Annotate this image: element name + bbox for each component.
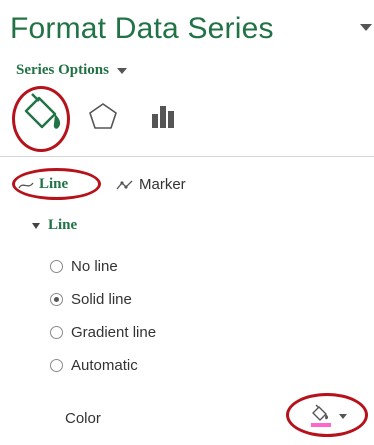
fill-and-line-tab[interactable] — [13, 86, 71, 144]
format-data-series-pane: Format Data Series Series Options Line M… — [0, 0, 374, 445]
paint-bucket-icon — [24, 93, 61, 129]
chevron-down-icon[interactable] — [339, 413, 347, 419]
color-label: Color — [65, 410, 101, 427]
subtab-marker-label: Marker — [139, 176, 186, 193]
radio-automatic[interactable]: Automatic — [50, 357, 138, 374]
chevron-down-icon — [116, 67, 127, 74]
line-section-header[interactable]: Line — [32, 217, 77, 234]
radio-label: Gradient line — [71, 324, 157, 341]
radio-gradient-line[interactable]: Gradient line — [50, 324, 156, 341]
pentagon-icon — [89, 103, 117, 129]
radio-button[interactable] — [50, 293, 63, 306]
subtab-marker[interactable]: Marker — [116, 176, 186, 193]
radio-button[interactable] — [50, 359, 63, 372]
radio-label: Automatic — [71, 357, 138, 374]
pane-title: Format Data Series — [10, 12, 274, 45]
pane-options-caret-icon[interactable] — [360, 24, 372, 31]
line-icon — [18, 182, 34, 188]
radio-button[interactable] — [50, 260, 63, 273]
divider — [0, 156, 374, 157]
collapse-triangle-icon — [32, 222, 40, 229]
paint-bucket-color-icon — [311, 404, 331, 427]
color-swatch — [311, 423, 331, 427]
line-section-title: Line — [48, 217, 78, 233]
radio-label: No line — [71, 258, 118, 275]
subtab-line[interactable]: Line — [18, 176, 68, 193]
subtab-line-label: Line — [39, 176, 69, 192]
radio-label: Solid line — [71, 291, 132, 308]
effects-tab[interactable] — [86, 100, 120, 134]
radio-button[interactable] — [50, 326, 63, 339]
series-options-label: Series Options — [16, 62, 109, 78]
radio-solid-line[interactable]: Solid line — [50, 291, 132, 308]
series-options-tab[interactable] — [146, 99, 180, 133]
color-picker-button[interactable] — [309, 402, 363, 430]
marker-line-icon — [116, 180, 133, 189]
series-options-dropdown[interactable]: Series Options — [16, 62, 127, 79]
bar-chart-icon — [152, 106, 174, 128]
radio-no-line[interactable]: No line — [50, 258, 118, 275]
